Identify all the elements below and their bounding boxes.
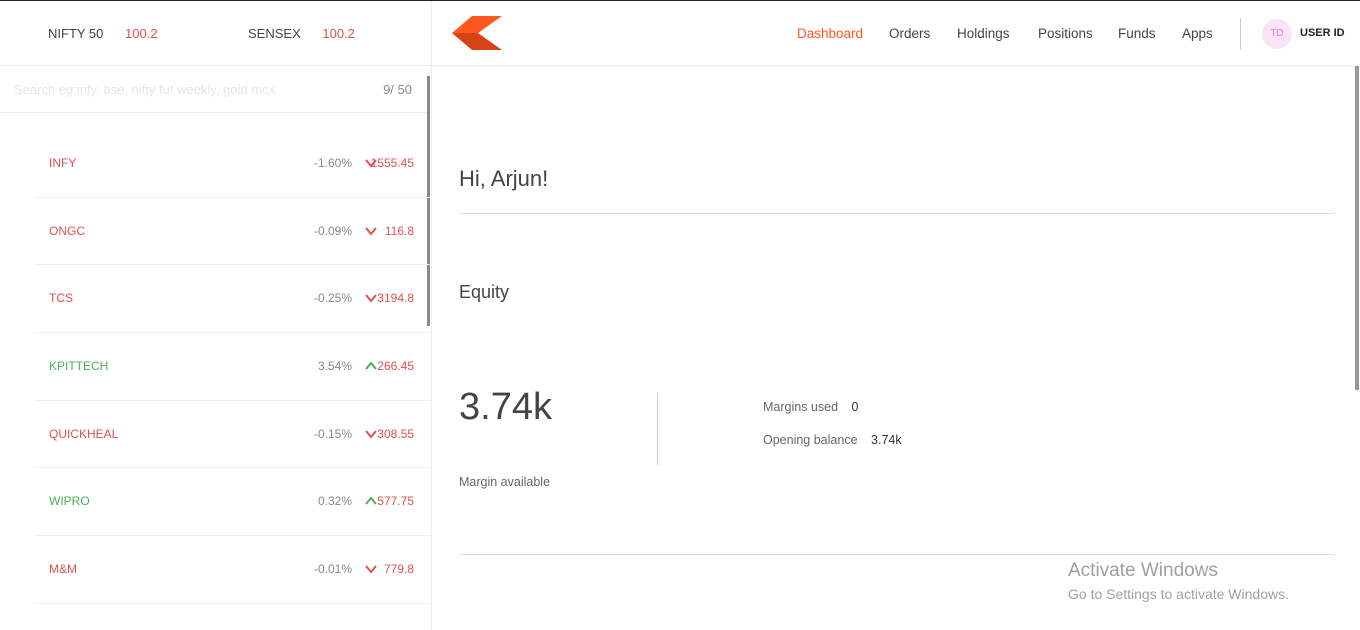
watchlist-item[interactable]: ONGC -0.09% 116.8	[34, 198, 432, 266]
watchlist: INFY -1.60% 1555.45 ONGC -0.09% 116.8 TC…	[34, 130, 432, 604]
margin-available-value: 3.74k	[459, 386, 552, 428]
watchlist-sidebar: 9/ 50 INFY -1.60% 1555.45 ONGC -0.09% 11…	[0, 66, 432, 630]
watchlist-item[interactable]: WIPRO 0.32% 577.75	[34, 468, 432, 537]
instrument-symbol: ONGC	[49, 223, 85, 238]
kite-logo-icon[interactable]	[452, 16, 502, 50]
watchlist-item[interactable]: QUICKHEAL -0.15% 308.55	[34, 401, 432, 469]
chevron-up-icon	[365, 496, 377, 506]
watermark-title: Activate Windows	[1068, 560, 1218, 581]
watchlist-item[interactable]: INFY -1.60% 1555.45	[34, 130, 432, 198]
main-scrollbar[interactable]	[1355, 66, 1359, 390]
index-sensex[interactable]: SENSEX 100.2	[248, 26, 355, 41]
chevron-down-icon	[365, 565, 377, 574]
user-id[interactable]: USER ID	[1300, 27, 1345, 39]
last-price: 266.45	[377, 359, 414, 374]
index-value: 100.2	[125, 26, 158, 41]
section-title-equity: Equity	[459, 282, 510, 302]
avatar[interactable]: TD	[1262, 19, 1292, 49]
opening-balance-label: Opening balance	[763, 433, 858, 447]
change-percent: 3.54%	[317, 359, 352, 374]
change-percent: -0.25%	[313, 291, 352, 306]
nav-funds[interactable]: Funds	[1118, 26, 1156, 41]
margins-used: Margins used 0	[763, 400, 858, 414]
last-price: 3194.8	[377, 291, 414, 306]
change-percent: -0.01%	[313, 562, 352, 577]
nav-divider	[1240, 18, 1241, 50]
stats-divider	[657, 393, 658, 465]
nav-dashboard[interactable]: Dashboard	[797, 26, 863, 41]
nav-positions[interactable]: Positions	[1038, 26, 1093, 41]
watchlist-count: 9/ 50	[383, 82, 412, 97]
chevron-down-icon	[365, 227, 377, 236]
last-price: 1555.45	[370, 156, 414, 170]
greeting: Hi, Arjun!	[459, 166, 549, 191]
instrument-symbol: M&M	[49, 562, 77, 577]
instrument-symbol: QUICKHEAL	[49, 426, 119, 441]
activate-windows-watermark: Activate Windows Go to Settings to activ…	[1068, 560, 1289, 602]
index-name: SENSEX	[248, 26, 301, 41]
top-bar: NIFTY 50 100.2 SENSEX 100.2 Dashboard Or…	[0, 0, 1360, 66]
search-bar: 9/ 50	[0, 66, 428, 113]
instrument-symbol: TCS	[49, 291, 73, 306]
divider	[459, 554, 1334, 555]
chevron-up-icon	[365, 361, 377, 370]
change-percent: -0.09%	[313, 223, 352, 238]
margins-used-value: 0	[851, 400, 859, 414]
nav-holdings[interactable]: Holdings	[957, 26, 1010, 41]
margins-used-label: Margins used	[763, 400, 839, 414]
search-input[interactable]	[14, 78, 344, 100]
last-price: 779.8	[383, 562, 414, 577]
dashboard-main: Hi, Arjun! Equity 3.74k Margin available…	[433, 66, 1360, 630]
opening-balance: Opening balance 3.74k	[763, 433, 902, 447]
instrument-symbol: KPITTECH	[49, 359, 109, 374]
chevron-down-icon	[365, 430, 377, 439]
margin-available-label: Margin available	[459, 475, 551, 489]
watchlist-item[interactable]: KPITTECH 3.54% 266.45	[34, 333, 432, 401]
nav-orders[interactable]: Orders	[889, 26, 930, 41]
change-percent: -0.15%	[313, 426, 352, 441]
divider	[459, 213, 1334, 214]
watchlist-item[interactable]: TCS -0.25% 3194.8	[34, 265, 432, 334]
last-price: 116.8	[384, 223, 414, 238]
index-value: 100.2	[322, 26, 355, 41]
change-percent: -1.60%	[313, 156, 352, 170]
watermark-subtitle: Go to Settings to activate Windows.	[1068, 586, 1289, 602]
nav-apps[interactable]: Apps	[1182, 26, 1213, 41]
watchlist-item[interactable]: M&M -0.01% 779.8	[34, 536, 432, 604]
index-nifty[interactable]: NIFTY 50 100.2	[48, 26, 158, 41]
market-indices: NIFTY 50 100.2 SENSEX 100.2	[0, 1, 432, 66]
last-price: 308.55	[377, 426, 414, 441]
last-price: 577.75	[377, 494, 414, 509]
instrument-symbol: WIPRO	[49, 494, 90, 509]
change-percent: 0.32%	[317, 494, 352, 509]
index-name: NIFTY 50	[48, 26, 104, 41]
instrument-symbol: INFY	[49, 156, 77, 170]
opening-balance-value: 3.74k	[871, 433, 902, 447]
chevron-down-icon	[365, 294, 377, 303]
